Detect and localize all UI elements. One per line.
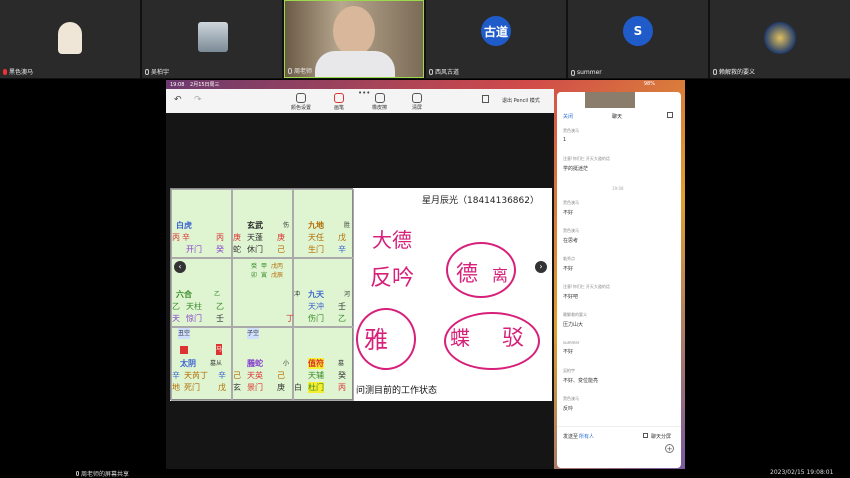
slide-caption: 问测目前的工作状态 <box>356 386 438 396</box>
chat-footer: 发送至 所有人 聊天分屏 + <box>557 426 681 468</box>
send-to-label: 发送至 <box>563 434 579 440</box>
shared-screen: 19:08 2月15日周三 98% ↶ ↷ 颜色设置 画笔 ••• 橡皮擦 清屏… <box>166 80 685 469</box>
eraser-button[interactable]: 橡皮擦 <box>372 93 387 111</box>
avatar <box>198 22 228 52</box>
chat-message: summer 不好 <box>563 340 580 355</box>
slide: 白虎 丙 辛 丙 开门 癸 玄武 伤 庚 天蓬 庚 蛇 休门 己 九地 胜 天任… <box>170 188 552 401</box>
chat-message: 吴柏宇 不好、变位能亮 <box>563 368 599 384</box>
participant-strip: 黑色澳马 吴柏宇 周老师 古道 西风古道 S summer 赖解救的要义 <box>0 0 850 79</box>
avatar: S <box>623 16 653 47</box>
handwriting-area: 大德 反吟 德 离 雅 蝶 驳 <box>356 210 548 380</box>
grid-cell-5: 癸 甲 戊丙 卯 寅 戊辰 <box>232 258 293 327</box>
prev-page-button[interactable]: ‹ <box>174 261 186 273</box>
mic-icon <box>76 471 79 476</box>
chat-message: 赖解救的要义 压力山大 <box>563 312 587 328</box>
status-date: 2月15日周三 <box>190 82 220 88</box>
chat-input[interactable] <box>563 443 657 455</box>
clear-button[interactable]: 清屏 <box>412 93 422 111</box>
status-bar: 19:08 2月15日周三 98% <box>166 80 685 89</box>
add-icon[interactable]: + <box>665 444 674 453</box>
battery-label: 98% <box>643 81 655 87</box>
chat-message: 黑色澳马 不好 <box>563 200 579 216</box>
participant-tile-6[interactable]: 赖解救的要义 <box>710 0 850 78</box>
participant-name: summer <box>577 69 602 76</box>
grid-cell-8: 子空 螣蛇 小 己 天英 己 玄 景门 庚 <box>232 327 293 401</box>
chat-video-preview <box>585 92 635 108</box>
clear-icon <box>412 93 422 103</box>
note-toolbar: ↶ ↷ 颜色设置 画笔 ••• 橡皮擦 清屏 退出 Pencil 模式 <box>166 89 554 113</box>
mic-icon <box>571 69 575 76</box>
circle-mark <box>446 242 516 298</box>
more-icon[interactable]: ••• <box>358 89 370 97</box>
participant-name: 黑色澳马 <box>9 69 34 76</box>
participant-tile-5[interactable]: S summer <box>568 0 708 78</box>
mic-muted-icon <box>3 68 7 75</box>
grid-cell-7: 丑空 马 太阴 墓从 辛 天芮丁 辛 地 死门 戊 <box>171 327 232 401</box>
mic-icon <box>713 68 717 75</box>
avatar: 古道 <box>481 16 511 47</box>
participant-name: 吴柏宇 <box>151 69 170 76</box>
chat-message: 黑色澳马 1 <box>563 128 579 143</box>
chat-title: 聊天 <box>612 114 623 120</box>
chat-message: 黑色澳马 在思考 <box>563 228 579 244</box>
chat-settings-icon[interactable] <box>667 112 673 118</box>
eraser-icon <box>374 93 385 103</box>
participant-tile-3[interactable]: 周老师 <box>284 0 424 78</box>
participant-name: 赖解救的要义 <box>719 69 756 76</box>
slide-header: 星月辰光（18414136862） <box>422 196 539 206</box>
exit-pencil-button[interactable]: 退出 Pencil 模式 <box>502 97 540 104</box>
participant-tile-1[interactable]: 黑色澳马 <box>0 0 140 78</box>
chat-message: 注意!你们仨 开天大道的话 不好吧 <box>563 284 610 300</box>
screen-share-label: 周老师的屏幕共享 <box>76 469 129 478</box>
participant-name: 周老师 <box>294 68 313 75</box>
status-time: 19:08 <box>170 82 185 88</box>
pen-button[interactable]: 画笔 <box>334 93 344 111</box>
avatar <box>58 22 82 54</box>
mic-icon <box>288 67 292 74</box>
mic-icon <box>145 68 149 75</box>
save-icon[interactable] <box>482 95 489 103</box>
grid-cell-6: 冲 九天 河 天冲 壬 丁 伤门 乙 <box>286 258 354 327</box>
chat-close-button[interactable]: 关闭 <box>563 113 573 120</box>
chat-time-divider: 19:08 <box>612 186 624 191</box>
timestamp: 2023/02/15 19:08:01 <box>770 469 834 476</box>
next-page-button[interactable]: › <box>535 261 547 273</box>
grid-cell-2: 玄武 伤 庚 天蓬 庚 蛇 休门 己 <box>232 189 293 258</box>
bottom-bar: 周老师的屏幕共享 2023/02/15 19:08:01 <box>0 468 850 478</box>
red-marker <box>180 346 188 354</box>
participant-tile-4[interactable]: 古道 西风古道 <box>426 0 566 78</box>
palette-icon <box>296 93 306 103</box>
face-shape <box>333 6 375 56</box>
grid-cell-1: 白虎 丙 辛 丙 开门 癸 <box>171 189 232 258</box>
chat-message: 注意!你们仨 开天大道的话 学的挺迷茫 <box>563 156 610 172</box>
split-icon[interactable] <box>643 433 648 438</box>
participant-tile-2[interactable]: 吴柏宇 <box>142 0 282 78</box>
grid-cell-9: 值符 墓 天辅 癸 白 杜门 丙 <box>293 327 354 401</box>
send-to-select[interactable]: 所有人 <box>579 433 594 440</box>
chat-message: 黑色澳马 反吟 <box>563 396 579 412</box>
split-button[interactable]: 聊天分屏 <box>651 433 671 440</box>
palette-button[interactable]: 颜色设置 <box>291 93 311 111</box>
qimen-grid: 白虎 丙 辛 丙 开门 癸 玄武 伤 庚 天蓬 庚 蛇 休门 己 九地 胜 天任… <box>170 188 354 401</box>
chat-message: 临秀点 不好 <box>563 256 575 272</box>
circle-mark <box>444 312 540 370</box>
undo-icon[interactable]: ↶ <box>174 95 182 105</box>
avatar <box>764 22 796 54</box>
note-app: ↶ ↷ 颜色设置 画笔 ••• 橡皮擦 清屏 退出 Pencil 模式 白虎 丙… <box>166 89 554 469</box>
grid-cell-3: 九地 胜 天任 戊 生门 辛 <box>293 189 354 258</box>
chat-panel: 关闭 聊天 黑色澳马 1 注意!你们仨 开天大道的话 学的挺迷茫 19:08 黑色澳… <box>557 92 681 468</box>
pen-icon <box>334 93 344 103</box>
circle-mark <box>356 308 416 370</box>
body-shape <box>315 51 395 77</box>
redo-icon[interactable]: ↷ <box>194 95 202 105</box>
mic-icon <box>429 68 433 75</box>
participant-name: 西风古道 <box>435 69 460 76</box>
